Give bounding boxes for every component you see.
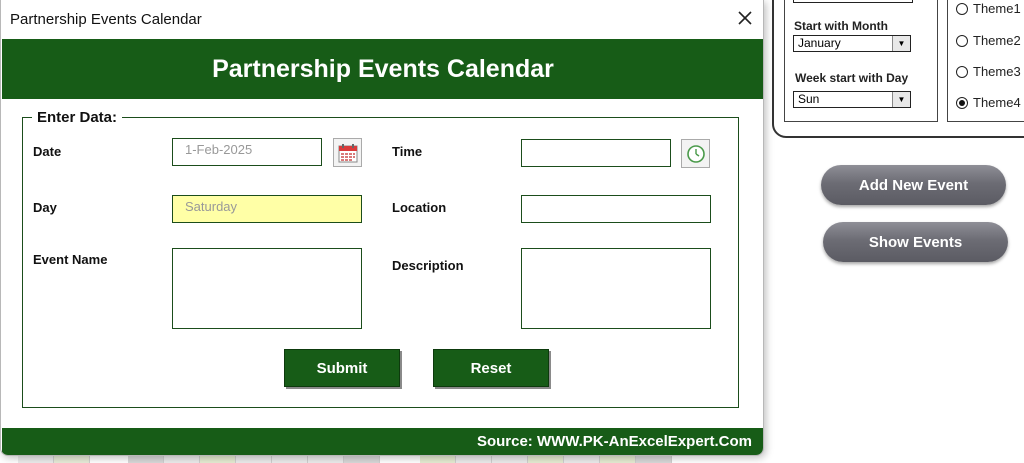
calendar-cell[interactable]: [492, 455, 528, 463]
theme-label: Theme3: [973, 64, 1021, 79]
submit-button[interactable]: Submit: [284, 349, 400, 387]
radio-button[interactable]: [956, 65, 968, 78]
dropdown-arrow-icon[interactable]: ▼: [892, 92, 910, 107]
radio-button[interactable]: [956, 2, 968, 15]
calendar-cell[interactable]: [128, 455, 164, 463]
calendar-cell[interactable]: [456, 455, 492, 463]
calendar-icon: [338, 143, 357, 162]
start-month-value: January: [798, 36, 841, 50]
description-label: Description: [392, 258, 464, 273]
week-start-value: Sun: [798, 92, 820, 106]
enter-data-legend: Enter Data:: [32, 109, 123, 126]
week-start-select[interactable]: Sun ▼: [793, 91, 911, 108]
calendar-cell[interactable]: [564, 455, 600, 463]
date-field[interactable]: 1-Feb-2025: [172, 138, 322, 166]
calendar-cell[interactable]: [600, 455, 636, 463]
description-field[interactable]: [521, 248, 711, 329]
theme-option-2[interactable]: Theme2: [956, 33, 1021, 48]
theme-label: Theme1: [973, 1, 1021, 16]
dialog-title: Partnership Events Calendar: [10, 11, 202, 28]
add-new-event-button[interactable]: Add New Event: [821, 165, 1006, 205]
theme-option-1[interactable]: Theme1: [956, 1, 1021, 16]
calendar-cell[interactable]: [164, 455, 200, 463]
clock-icon: [686, 144, 705, 163]
event-name-field[interactable]: [172, 248, 362, 329]
calendar-cell[interactable]: [636, 455, 672, 463]
reset-button[interactable]: Reset: [433, 349, 549, 387]
cut-off-dropdown[interactable]: [793, 0, 913, 3]
calendar-cell[interactable]: [528, 455, 564, 463]
time-label: Time: [392, 144, 423, 159]
event-name-label: Event Name: [33, 252, 108, 267]
start-month-label: Start with Month: [794, 19, 888, 33]
dialog-titlebar[interactable]: Partnership Events Calendar: [1, 0, 763, 38]
date-label: Date: [33, 144, 62, 159]
theme-option-4[interactable]: Theme4: [956, 95, 1021, 110]
radio-button[interactable]: [956, 34, 968, 47]
week-start-label: Week start with Day: [795, 71, 909, 85]
start-month-select[interactable]: January ▼: [793, 35, 911, 52]
source-footer: Source: WWW.PK-AnExcelExpert.Com: [2, 428, 763, 455]
show-events-button[interactable]: Show Events: [823, 222, 1008, 262]
radio-button-selected[interactable]: [956, 96, 968, 109]
calendar-cell[interactable]: [308, 455, 344, 463]
calendar-cell[interactable]: [54, 455, 90, 463]
clock-button[interactable]: [681, 139, 710, 168]
dropdown-arrow-icon[interactable]: ▼: [892, 36, 910, 51]
calendar-cell[interactable]: [200, 455, 236, 463]
calendar-cell[interactable]: [344, 455, 380, 463]
banner-title: Partnership Events Calendar: [2, 39, 763, 99]
location-label: Location: [392, 200, 447, 215]
calendar-cell[interactable]: [18, 455, 54, 463]
theme-option-3[interactable]: Theme3: [956, 64, 1021, 79]
location-field[interactable]: [521, 195, 711, 223]
theme-label: Theme2: [973, 33, 1021, 48]
event-entry-dialog: Partnership Events Calendar Partnership …: [0, 0, 764, 456]
day-field[interactable]: Saturday: [172, 195, 362, 223]
day-label: Day: [33, 200, 57, 215]
close-icon[interactable]: [735, 8, 755, 28]
calendar-button[interactable]: [333, 138, 362, 167]
calendar-cell[interactable]: [236, 455, 272, 463]
time-field[interactable]: [521, 139, 671, 167]
calendar-cell-strip: [0, 455, 700, 463]
calendar-cell[interactable]: [272, 455, 308, 463]
theme-label: Theme4: [973, 95, 1021, 110]
calendar-cell[interactable]: [420, 455, 456, 463]
